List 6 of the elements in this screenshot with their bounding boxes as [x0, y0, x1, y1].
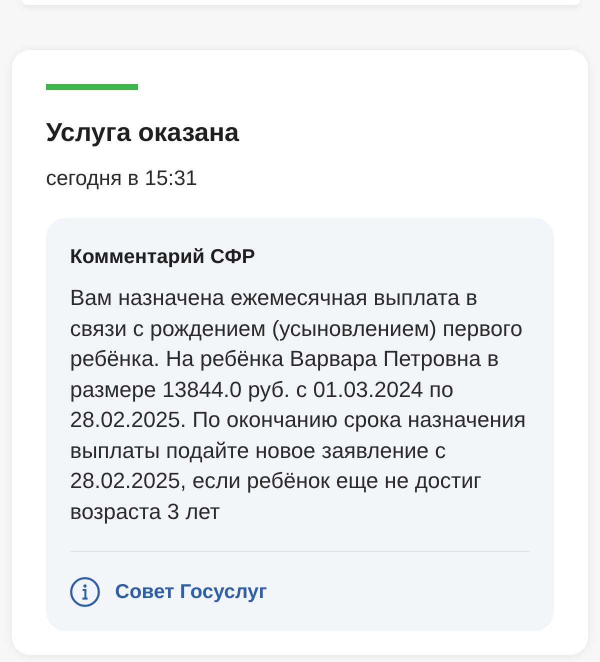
comment-text: Вам назначена ежемесячная выплата в связи с рождением (усыновлением) первого ребёнка. На ребёнка Варвара Петровна в размере 13844.0 руб. с 01.03.2024 по 28.02.2025. По окончанию срока назначения выплаты подайте новое заявление с 28.02.2025, если ребёнок еще не достиг возраста 3 лет [70, 284, 527, 526]
status-title: Услуга оказана [46, 116, 240, 148]
status-time: сегодня в 15:31 [46, 166, 198, 192]
advice-link[interactable]: Совет Госуслуг [70, 577, 267, 607]
comment-title: Комментарий СФР [70, 245, 256, 270]
info-icon [70, 577, 100, 607]
